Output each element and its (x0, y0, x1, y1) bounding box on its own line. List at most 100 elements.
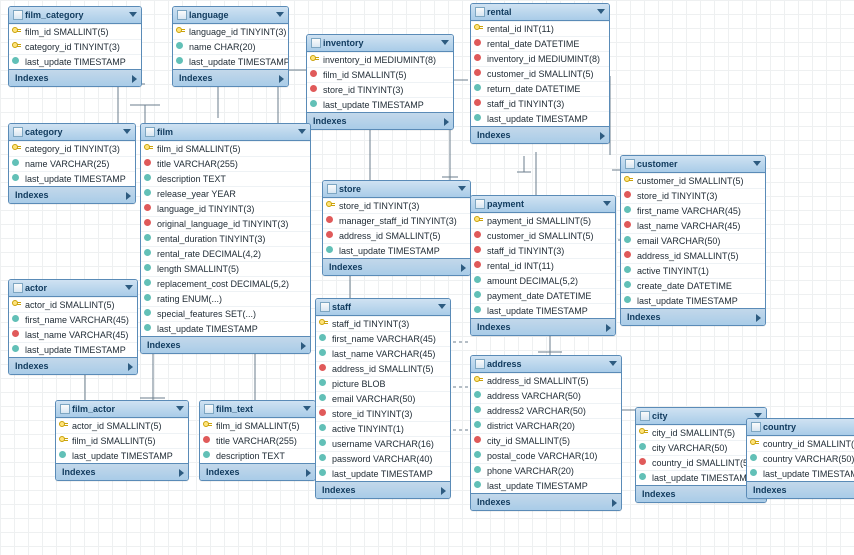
column-row[interactable]: last_update TIMESTAMP (316, 466, 450, 481)
column-row[interactable]: last_update TIMESTAMP (747, 466, 854, 481)
column-row[interactable]: title VARCHAR(255) (141, 156, 310, 171)
column-row[interactable]: district VARCHAR(20) (471, 418, 621, 433)
column-row[interactable]: staff_id TINYINT(3) (316, 316, 450, 331)
column-row[interactable]: last_update TIMESTAMP (9, 54, 141, 69)
column-row[interactable]: create_date DATETIME (621, 278, 765, 293)
column-row[interactable]: country VARCHAR(50) (747, 451, 854, 466)
column-row[interactable]: last_update TIMESTAMP (141, 321, 310, 336)
table-rental[interactable]: rental rental_id INT(11)rental_date DATE… (470, 3, 610, 144)
column-row[interactable]: rating ENUM(...) (141, 291, 310, 306)
column-row[interactable]: last_update TIMESTAMP (471, 111, 609, 126)
column-row[interactable]: payment_id SMALLINT(5) (471, 213, 615, 228)
column-row[interactable]: name VARCHAR(25) (9, 156, 135, 171)
column-row[interactable]: special_features SET(...) (141, 306, 310, 321)
column-row[interactable]: rental_duration TINYINT(3) (141, 231, 310, 246)
column-row[interactable]: description TEXT (141, 171, 310, 186)
column-row[interactable]: return_date DATETIME (471, 81, 609, 96)
column-row[interactable]: last_name VARCHAR(45) (316, 346, 450, 361)
column-row[interactable]: last_update TIMESTAMP (471, 478, 621, 493)
column-row[interactable]: rental_id INT(11) (471, 258, 615, 273)
column-row[interactable]: category_id TINYINT(3) (9, 141, 135, 156)
column-row[interactable]: inventory_id MEDIUMINT(8) (471, 51, 609, 66)
table-store[interactable]: store store_id TINYINT(3)manager_staff_i… (322, 180, 471, 276)
column-row[interactable]: last_update TIMESTAMP (56, 448, 188, 463)
column-row[interactable]: last_update TIMESTAMP (173, 54, 288, 69)
column-row[interactable]: actor_id SMALLINT(5) (9, 297, 137, 312)
column-row[interactable]: manager_staff_id TINYINT(3) (323, 213, 470, 228)
column-row[interactable]: last_update TIMESTAMP (307, 97, 453, 112)
column-row[interactable]: release_year YEAR (141, 186, 310, 201)
column-row[interactable]: address_id SMALLINT(5) (323, 228, 470, 243)
column-row[interactable]: password VARCHAR(40) (316, 451, 450, 466)
table-address[interactable]: address address_id SMALLINT(5)address VA… (470, 355, 622, 511)
column-row[interactable]: last_update TIMESTAMP (9, 342, 137, 357)
column-row[interactable]: film_id SMALLINT(5) (56, 433, 188, 448)
column-row[interactable]: title VARCHAR(255) (200, 433, 315, 448)
column-row[interactable]: length SMALLINT(5) (141, 261, 310, 276)
column-row[interactable]: active TINYINT(1) (621, 263, 765, 278)
column-row[interactable]: last_update TIMESTAMP (9, 171, 135, 186)
column-row[interactable]: language_id TINYINT(3) (141, 201, 310, 216)
column-row[interactable]: staff_id TINYINT(3) (471, 96, 609, 111)
table-film-category[interactable]: film_category film_id SMALLINT(5)categor… (8, 6, 142, 87)
column-row[interactable]: address_id SMALLINT(5) (621, 248, 765, 263)
column-row[interactable]: store_id TINYINT(3) (316, 406, 450, 421)
column-row[interactable]: original_language_id TINYINT(3) (141, 216, 310, 231)
column-row[interactable]: store_id TINYINT(3) (621, 188, 765, 203)
column-row[interactable]: language_id TINYINT(3) (173, 24, 288, 39)
column-row[interactable]: last_name VARCHAR(45) (9, 327, 137, 342)
column-row[interactable]: last_name VARCHAR(45) (621, 218, 765, 233)
column-row[interactable]: name CHAR(20) (173, 39, 288, 54)
column-row[interactable]: payment_date DATETIME (471, 288, 615, 303)
column-row[interactable]: rental_rate DECIMAL(4,2) (141, 246, 310, 261)
column-row[interactable]: address2 VARCHAR(50) (471, 403, 621, 418)
column-row[interactable]: customer_id SMALLINT(5) (471, 228, 615, 243)
column-row[interactable]: phone VARCHAR(20) (471, 463, 621, 478)
column-row[interactable]: replacement_cost DECIMAL(5,2) (141, 276, 310, 291)
column-row[interactable]: last_update TIMESTAMP (471, 303, 615, 318)
column-row[interactable]: rental_date DATETIME (471, 36, 609, 51)
column-row[interactable]: customer_id SMALLINT(5) (471, 66, 609, 81)
table-staff[interactable]: staff staff_id TINYINT(3)first_name VARC… (315, 298, 451, 499)
column-row[interactable]: country_id SMALLINT(5) (747, 436, 854, 451)
column-row[interactable]: first_name VARCHAR(45) (621, 203, 765, 218)
column-row[interactable]: staff_id TINYINT(3) (471, 243, 615, 258)
table-film-actor[interactable]: film_actor actor_id SMALLINT(5)film_id S… (55, 400, 189, 481)
column-row[interactable]: email VARCHAR(50) (316, 391, 450, 406)
table-film-text[interactable]: film_text film_id SMALLINT(5)title VARCH… (199, 400, 316, 481)
column-row[interactable]: picture BLOB (316, 376, 450, 391)
indexes-section[interactable]: Indexes (9, 69, 141, 86)
column-row[interactable]: first_name VARCHAR(45) (9, 312, 137, 327)
column-row[interactable]: active TINYINT(1) (316, 421, 450, 436)
column-row[interactable]: customer_id SMALLINT(5) (621, 173, 765, 188)
table-country[interactable]: country country_id SMALLINT(5)country VA… (746, 418, 854, 499)
column-row[interactable]: address_id SMALLINT(5) (316, 361, 450, 376)
column-row[interactable]: film_id SMALLINT(5) (307, 67, 453, 82)
column-row[interactable]: category_id TINYINT(3) (9, 39, 141, 54)
column-row[interactable]: first_name VARCHAR(45) (316, 331, 450, 346)
column-row[interactable]: amount DECIMAL(5,2) (471, 273, 615, 288)
column-row[interactable]: film_id SMALLINT(5) (9, 24, 141, 39)
column-row[interactable]: store_id TINYINT(3) (307, 82, 453, 97)
table-category[interactable]: category category_id TINYINT(3)name VARC… (8, 123, 136, 204)
column-row[interactable]: film_id SMALLINT(5) (200, 418, 315, 433)
column-row[interactable]: postal_code VARCHAR(10) (471, 448, 621, 463)
table-payment[interactable]: payment payment_id SMALLINT(5)customer_i… (470, 195, 616, 336)
table-actor[interactable]: actor actor_id SMALLINT(5)first_name VAR… (8, 279, 138, 375)
column-row[interactable]: address VARCHAR(50) (471, 388, 621, 403)
column-row[interactable]: description TEXT (200, 448, 315, 463)
column-row[interactable]: last_update TIMESTAMP (621, 293, 765, 308)
column-row[interactable]: store_id TINYINT(3) (323, 198, 470, 213)
table-header[interactable]: film_category (9, 7, 141, 24)
table-language[interactable]: language language_id TINYINT(3)name CHAR… (172, 6, 289, 87)
column-row[interactable]: city_id SMALLINT(5) (471, 433, 621, 448)
column-row[interactable]: rental_id INT(11) (471, 21, 609, 36)
table-customer[interactable]: customer customer_id SMALLINT(5)store_id… (620, 155, 766, 326)
column-row[interactable]: film_id SMALLINT(5) (141, 141, 310, 156)
table-film[interactable]: film film_id SMALLINT(5)title VARCHAR(25… (140, 123, 311, 354)
column-row[interactable]: address_id SMALLINT(5) (471, 373, 621, 388)
column-row[interactable]: username VARCHAR(16) (316, 436, 450, 451)
column-row[interactable]: inventory_id MEDIUMINT(8) (307, 52, 453, 67)
table-inventory[interactable]: inventory inventory_id MEDIUMINT(8)film_… (306, 34, 454, 130)
column-row[interactable]: email VARCHAR(50) (621, 233, 765, 248)
